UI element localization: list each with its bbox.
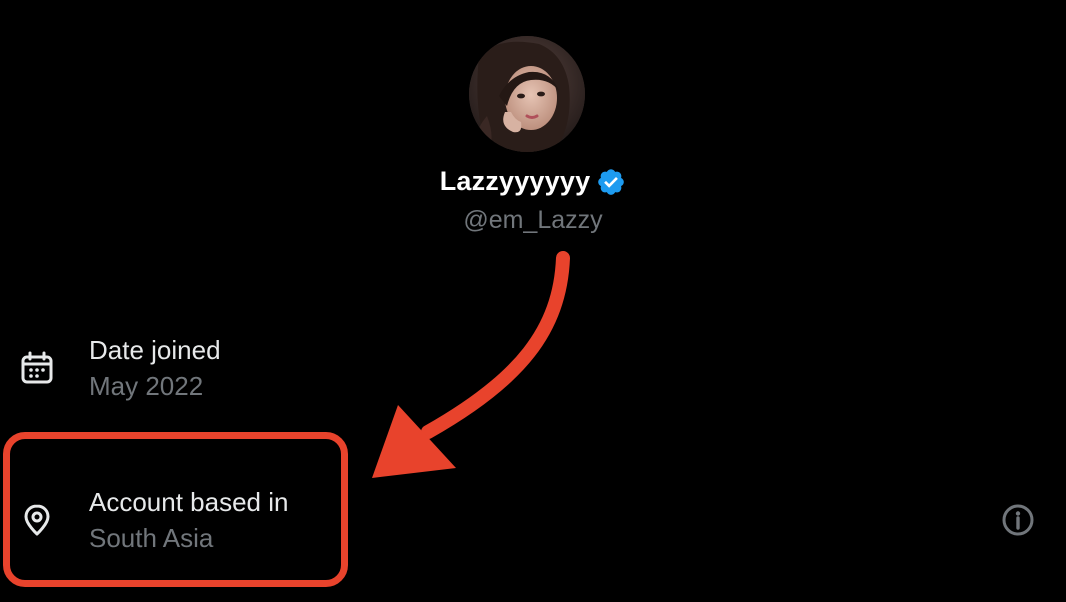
annotation-arrow	[372, 251, 570, 478]
